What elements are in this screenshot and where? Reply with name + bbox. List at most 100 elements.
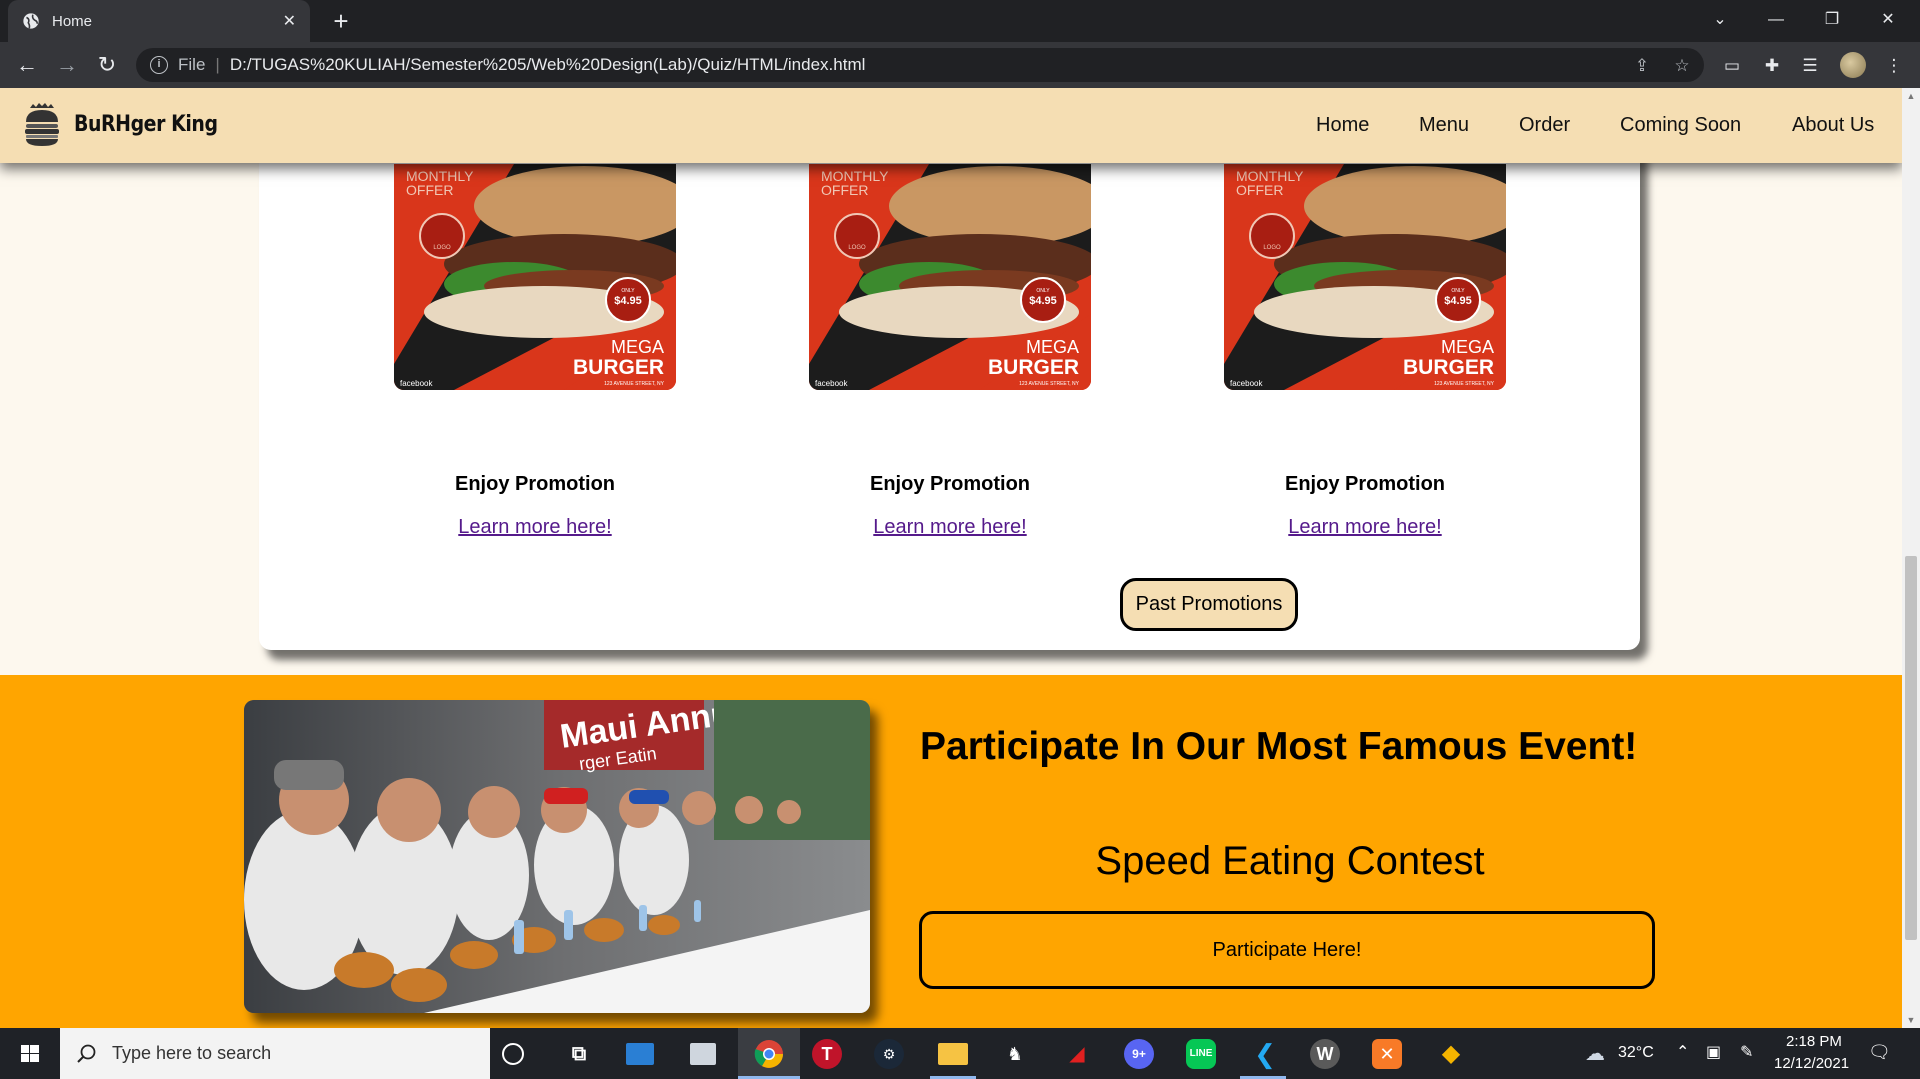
file-scheme-label: File (178, 55, 206, 74)
red-app-icon[interactable]: ◢ (1060, 1037, 1094, 1071)
address-bar[interactable]: i File | D:/TUGAS%20KULIAH/Semester%205/… (136, 48, 1704, 82)
browser-tab-home[interactable]: Home ✕ (8, 0, 310, 42)
promo-image-name-1: MEGA (1441, 337, 1494, 357)
learn-more-link[interactable]: Learn more here! (809, 516, 1091, 539)
page-scrollbar[interactable]: ▲ ▼ (1902, 88, 1920, 1028)
promo-image-name-2: BURGER (1403, 356, 1494, 379)
scroll-down-arrow-icon[interactable]: ▼ (1902, 1012, 1920, 1028)
event-subheading: Speed Eating Contest (1095, 839, 1485, 883)
close-window-button[interactable]: ✕ (1860, 0, 1916, 40)
tab-title: Home (52, 12, 93, 30)
promo-title: Enjoy Promotion (870, 473, 1030, 495)
tab-search-icon[interactable]: ⌄ (1692, 0, 1748, 40)
reading-list-icon[interactable]: ☰ (1798, 54, 1822, 78)
burger-logo-icon[interactable] (22, 102, 62, 148)
tab-close-icon[interactable]: ✕ (283, 11, 296, 31)
file-explorer-icon[interactable] (938, 1043, 968, 1065)
page-viewport: MONTHLY OFFER LOGO ONLY $4.95 MEGA BURGE… (0, 88, 1902, 1028)
weather-temperature[interactable]: 32°C (1618, 1044, 1654, 1062)
tray-pen-icon[interactable]: ✎ (1740, 1042, 1753, 1062)
minimize-button[interactable]: — (1748, 0, 1804, 40)
eating-contest-photo: Maui Annual rger Eatin (244, 700, 870, 1013)
promo-image-top-text-2: OFFER (406, 182, 453, 198)
photos-app-icon[interactable] (690, 1043, 716, 1065)
share-icon[interactable]: ⇪ (1632, 56, 1652, 76)
info-icon[interactable]: i (150, 56, 168, 74)
chrome-icon[interactable] (752, 1037, 786, 1071)
learn-more-link[interactable]: Learn more here! (1224, 516, 1506, 539)
promo-title: Enjoy Promotion (455, 473, 615, 495)
promo-image-logo: LOGO (433, 245, 451, 251)
clock-date[interactable]: 12/12/2021 (1774, 1055, 1849, 1072)
profile-avatar[interactable] (1840, 52, 1866, 78)
git-app-icon[interactable]: ◆ (1434, 1037, 1468, 1071)
reload-icon[interactable]: ↻ (92, 50, 122, 80)
windows-taskbar: Type here to search ⧉ T ⚙ ♞ ◢ 9+ LINE ❮ … (0, 1028, 1920, 1079)
promo-burger-image[interactable]: MONTHLY OFFER LOGO ONLY $4.95 MEGA BURGE… (394, 164, 676, 390)
promo-image-name-1: MEGA (611, 337, 664, 357)
tray-device-icon[interactable]: ▣ (1706, 1042, 1721, 1062)
promo-image-price-small: ONLY (1451, 288, 1465, 294)
windows-start-icon[interactable] (0, 1028, 60, 1079)
vscode-icon[interactable]: ❮ (1248, 1037, 1282, 1071)
promo-image-price: $4.95 (1029, 295, 1057, 307)
bookmark-star-icon[interactable]: ☆ (1672, 56, 1692, 76)
restore-button[interactable]: ❐ (1804, 0, 1860, 40)
promo-image-social: facebook (400, 379, 433, 388)
t-app-icon[interactable]: T (812, 1039, 842, 1069)
globe-icon (23, 13, 39, 29)
task-view-icon[interactable]: ⧉ (562, 1037, 596, 1071)
brand-name[interactable]: BuRHger King (74, 112, 218, 137)
media-app-icon[interactable]: ♞ (998, 1037, 1032, 1071)
xampp-icon[interactable]: ✕ (1372, 1039, 1402, 1069)
weather-cloud-icon[interactable]: ☁ (1578, 1037, 1612, 1071)
scroll-up-arrow-icon[interactable]: ▲ (1902, 88, 1920, 104)
cortana-icon[interactable] (502, 1043, 524, 1065)
line-app-icon[interactable]: LINE (1186, 1039, 1216, 1069)
tray-chevron-up-icon[interactable]: ⌃ (1676, 1042, 1689, 1062)
promo-image-price-small: ONLY (621, 288, 635, 294)
w-app-icon[interactable]: W (1310, 1039, 1340, 1069)
promo-image-address: 123 AVENUE STREET, NY (1434, 381, 1495, 387)
promo-image-name-2: BURGER (988, 356, 1079, 379)
clock-time[interactable]: 2:18 PM (1786, 1033, 1842, 1050)
promo-image-top-text-2: OFFER (1236, 182, 1283, 198)
taskbar-search-input[interactable]: Type here to search (60, 1028, 490, 1079)
promo-title: Enjoy Promotion (1285, 473, 1445, 495)
browser-tab-bar: Home ✕ + ⌄ — ❐ ✕ (0, 0, 1920, 42)
promo-image-social: facebook (815, 379, 848, 388)
learn-more-link[interactable]: Learn more here! (394, 516, 676, 539)
past-promotions-button[interactable]: Past Promotions (1120, 578, 1298, 631)
promo-image-name-1: MEGA (1026, 337, 1079, 357)
steam-icon[interactable]: ⚙ (874, 1039, 904, 1069)
nav-coming-soon-link[interactable]: Coming Soon (1620, 114, 1741, 137)
promo-burger-image[interactable]: MONTHLY OFFER LOGO ONLY $4.95 MEGA BURGE… (1224, 164, 1506, 390)
discord-icon[interactable]: 9+ (1124, 1039, 1154, 1069)
new-tab-button[interactable]: + (326, 6, 356, 36)
extension-screen-icon[interactable]: ▭ (1720, 54, 1744, 78)
promo-image-address: 123 AVENUE STREET, NY (1019, 381, 1080, 387)
participate-button[interactable]: Participate Here! (919, 911, 1655, 989)
promo-image-price: $4.95 (614, 295, 642, 307)
nav-order-link[interactable]: Order (1519, 114, 1570, 137)
address-separator: | (215, 55, 220, 74)
promo-image-name-2: BURGER (573, 356, 664, 379)
scrollbar-thumb[interactable] (1905, 556, 1917, 940)
forward-arrow-icon[interactable]: → (52, 50, 82, 80)
notifications-icon[interactable]: 🗨 (1868, 1042, 1891, 1063)
nav-about-us-link[interactable]: About Us (1792, 114, 1874, 137)
search-placeholder: Type here to search (112, 1043, 272, 1063)
nav-menu-link[interactable]: Menu (1419, 114, 1469, 137)
event-section: Maui Annual rger Eatin Participate In Ou… (0, 675, 1902, 1028)
menu-kebab-icon[interactable]: ⋮ (1882, 54, 1906, 78)
nav-home-link[interactable]: Home (1316, 114, 1369, 137)
promo-image-price: $4.95 (1444, 295, 1472, 307)
promo-image-address: 123 AVENUE STREET, NY (604, 381, 665, 387)
browser-toolbar: ← → ↻ i File | D:/TUGAS%20KULIAH/Semeste… (0, 42, 1920, 88)
address-url[interactable]: D:/TUGAS%20KULIAH/Semester%205/Web%20Des… (230, 55, 866, 75)
contacts-app-icon[interactable] (626, 1043, 654, 1065)
extensions-puzzle-icon[interactable]: ✚ (1760, 54, 1784, 78)
back-arrow-icon[interactable]: ← (12, 50, 42, 80)
promo-burger-image[interactable]: MONTHLY OFFER LOGO ONLY $4.95 MEGA BURGE… (809, 164, 1091, 390)
promo-image-social: facebook (1230, 379, 1263, 388)
